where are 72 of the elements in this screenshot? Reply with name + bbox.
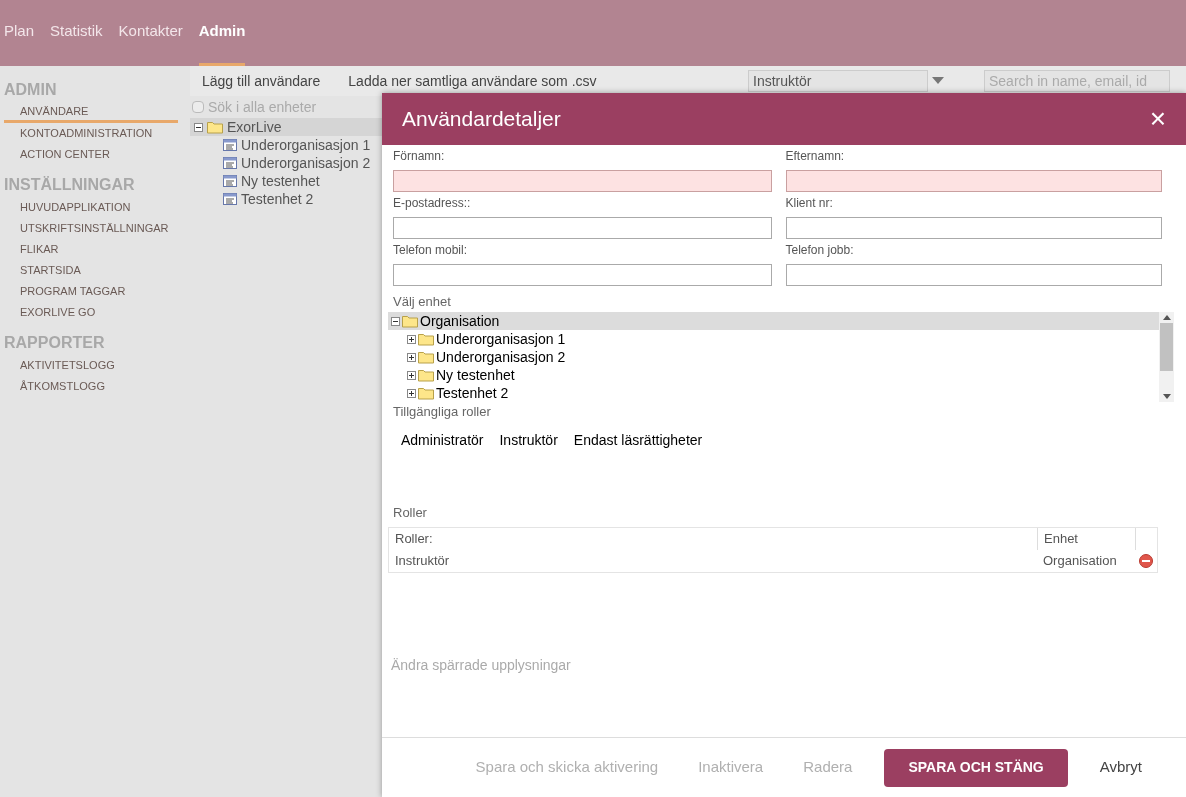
role-dropdown[interactable]: Instruktör xyxy=(748,70,928,92)
folder-icon xyxy=(402,314,418,328)
input-field[interactable] xyxy=(393,264,772,286)
toolbar-link[interactable]: Lägg till användare xyxy=(202,70,321,92)
tree-row[interactable]: ExorLive xyxy=(190,118,382,136)
document-icon xyxy=(223,193,237,205)
expand-icon[interactable] xyxy=(407,352,416,362)
role-option[interactable]: Endast läsrättigheter xyxy=(573,430,703,451)
folder-icon xyxy=(418,386,434,400)
caret-icon[interactable] xyxy=(932,77,944,85)
folder-icon xyxy=(207,120,223,134)
field-label: Efternamn: xyxy=(785,148,846,165)
section-label: Roller xyxy=(393,504,428,523)
sidebar-item[interactable]: ANVÄNDARE xyxy=(4,102,178,123)
input-field[interactable] xyxy=(393,217,772,239)
close-button[interactable]: × xyxy=(1149,105,1166,133)
scroll-down-icon[interactable] xyxy=(1162,394,1171,399)
table-cell-text: Instruktör xyxy=(394,552,451,571)
section-heading: RAPPORTER xyxy=(3,333,106,353)
sidebar-item[interactable]: UTSKRIFTSINSTÄLLNINGAR xyxy=(4,218,178,239)
sidebar-item[interactable]: AKTIVITETSLOGG xyxy=(4,355,178,376)
dialog-button[interactable]: Avbryt xyxy=(1083,748,1158,787)
folder-icon xyxy=(418,332,434,346)
table-cell-text: Organisation xyxy=(1042,552,1118,571)
section-heading: ADMIN xyxy=(3,80,58,100)
section-label: Tillgängliga roller xyxy=(393,403,492,422)
dialog-button[interactable]: SPARA OCH STÄNG xyxy=(884,748,1068,787)
field-label: Telefon mobil: xyxy=(393,242,469,259)
expand-icon[interactable] xyxy=(407,370,416,380)
sidebar-item[interactable]: EXORLIVE GO xyxy=(4,302,178,323)
document-icon xyxy=(223,139,237,151)
folder-icon xyxy=(418,350,434,364)
sidebar-item[interactable]: STARTSIDA xyxy=(4,260,178,281)
expand-icon[interactable] xyxy=(407,334,416,344)
column-header: Enhet xyxy=(1037,528,1135,550)
tree-label: ExorLive xyxy=(227,117,282,137)
sidebar-item[interactable]: HUVUDAPPLIKATION xyxy=(4,197,178,218)
field-label: E-postadress:: xyxy=(393,195,472,212)
remove-icon[interactable] xyxy=(1139,554,1153,568)
document-icon xyxy=(223,175,237,187)
role-option[interactable]: Instruktör xyxy=(499,430,558,451)
sidebar-item[interactable]: ACTION CENTER xyxy=(4,144,178,165)
expand-icon[interactable] xyxy=(407,388,416,398)
field-label: Telefon jobb: xyxy=(785,242,855,259)
sidebar-item[interactable]: ÅTKOMSTLOGG xyxy=(4,376,178,397)
folder-icon xyxy=(418,368,434,382)
section-heading: INSTÄLLNINGAR xyxy=(3,175,136,195)
section-label: Välj enhet xyxy=(393,293,452,311)
scroll-thumb[interactable] xyxy=(1160,323,1173,371)
field-label: Förnamn: xyxy=(393,148,446,165)
input-field[interactable] xyxy=(785,170,1162,192)
tree-label: Organisation xyxy=(420,311,500,331)
checkbox[interactable] xyxy=(192,101,204,113)
input-field[interactable] xyxy=(785,217,1162,239)
dialog-title: Användardetaljer xyxy=(402,106,561,133)
scrollbar[interactable] xyxy=(1159,312,1174,402)
sidebar-item[interactable]: KONTOADMINISTRATION xyxy=(4,123,178,144)
scroll-up-icon[interactable] xyxy=(1162,315,1171,320)
field-label: Klient nr: xyxy=(785,195,834,212)
collapse-icon[interactable] xyxy=(391,316,400,326)
role-option[interactable]: Administratör xyxy=(401,430,484,451)
sidebar-item[interactable]: FLIKAR xyxy=(4,239,178,260)
document-icon xyxy=(223,157,237,169)
tree-row[interactable]: Organisation xyxy=(388,312,1159,330)
search-field[interactable]: Search in name, email, id xyxy=(984,70,1170,92)
column-header: Roller: xyxy=(394,530,434,549)
collapse-icon[interactable] xyxy=(194,122,203,132)
input-field[interactable] xyxy=(393,170,772,192)
checkbox-label: Sök i alla enheter xyxy=(208,97,317,117)
toolbar-link[interactable]: Ladda ner samtliga användare som .csv xyxy=(348,70,597,92)
sidebar-item[interactable]: PROGRAM TAGGAR xyxy=(4,281,178,302)
input-field[interactable] xyxy=(785,264,1162,286)
